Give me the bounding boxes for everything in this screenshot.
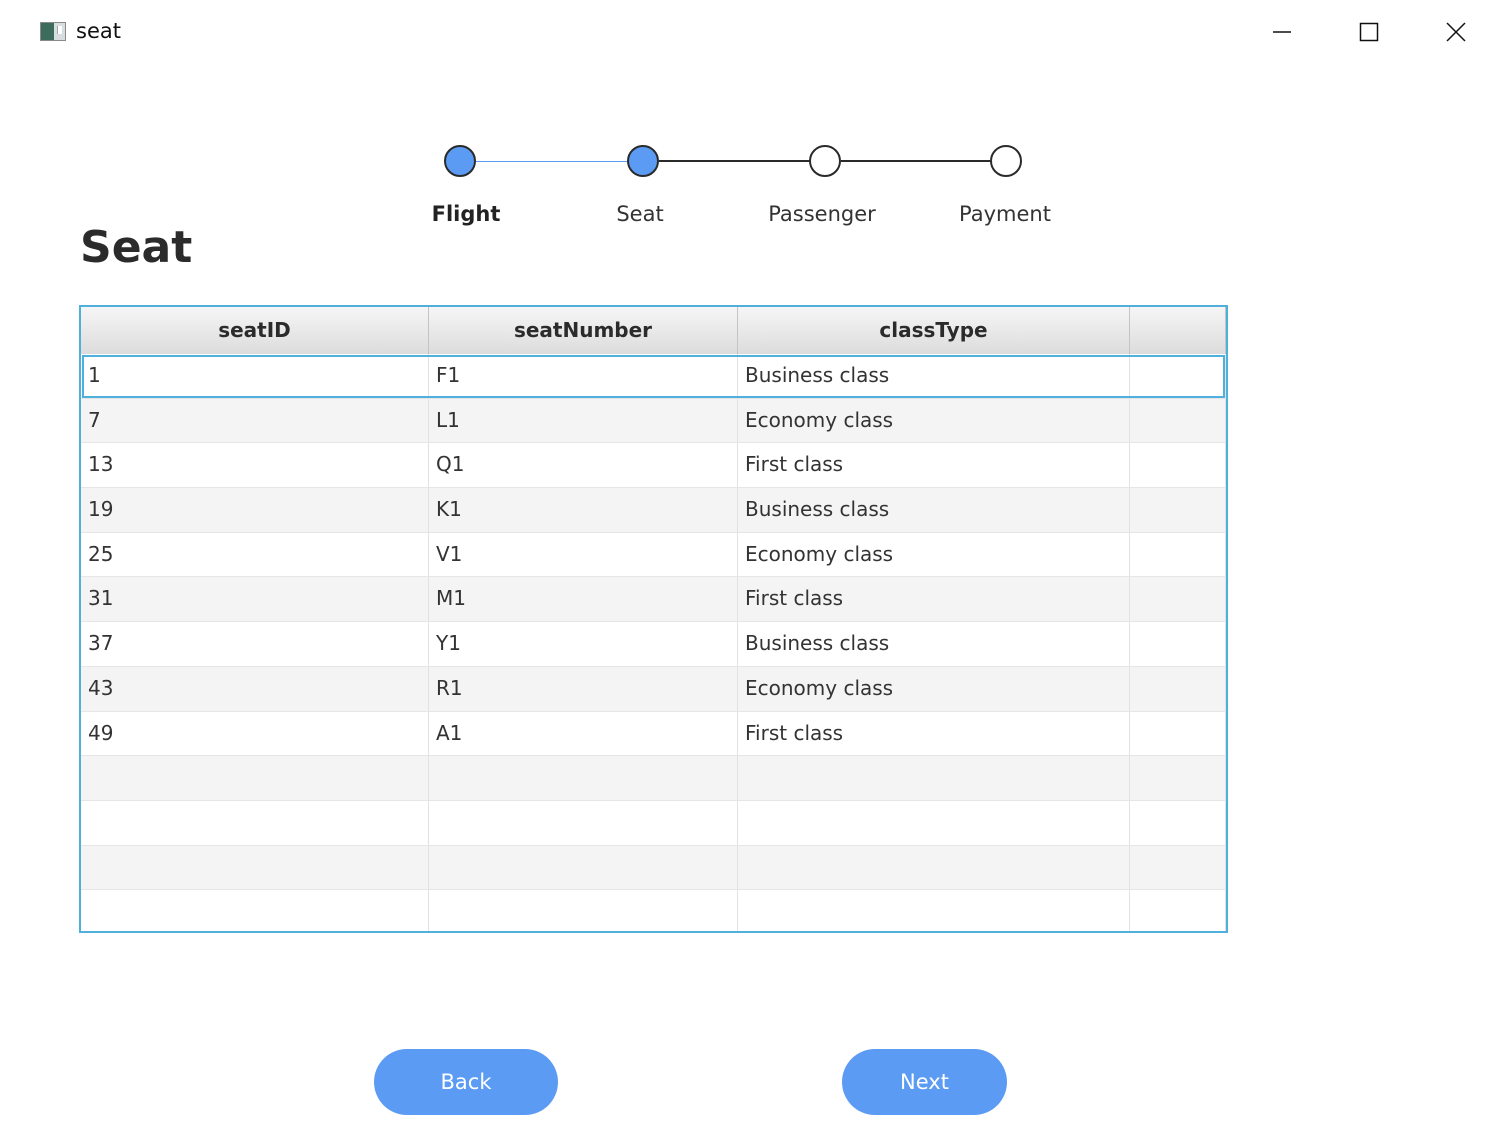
- table-cell: K1: [429, 488, 738, 532]
- step-dot-seat: [627, 145, 659, 177]
- table-cell: R1: [429, 666, 738, 711]
- table-cell: [81, 845, 429, 890]
- step-label-seat: Seat: [616, 202, 664, 226]
- stepper-connector-1: [476, 161, 628, 162]
- table-cell: First class: [738, 577, 1130, 622]
- table-row[interactable]: 31 M1 First class: [81, 577, 1226, 623]
- page-title: Seat: [80, 222, 193, 273]
- table-row[interactable]: 1 F1 Business class: [81, 354, 1226, 399]
- table-cell: A1: [429, 711, 738, 756]
- table-cell: 13: [81, 443, 429, 488]
- table-cell: [738, 890, 1130, 931]
- table-cell: [738, 845, 1130, 890]
- table-cell: [1130, 398, 1226, 443]
- step-label-flight: Flight: [431, 202, 501, 226]
- table-cell: [429, 756, 738, 800]
- table-cell: Q1: [429, 443, 738, 488]
- app-window: seat Flight Seat Passenger Payment Seat …: [0, 0, 1512, 1138]
- step-dot-flight: [444, 145, 476, 177]
- table-cell: First class: [738, 443, 1130, 488]
- table-cell: [1130, 845, 1226, 890]
- close-button[interactable]: [1434, 12, 1478, 52]
- table-cell: 25: [81, 532, 429, 577]
- table-cell: Y1: [429, 622, 738, 666]
- table-cell: Economy class: [738, 532, 1130, 577]
- table-cell: M1: [429, 577, 738, 622]
- table-cell: [429, 845, 738, 890]
- table-header: seatID seatNumber classType: [81, 307, 1226, 355]
- table-cell: [1130, 756, 1226, 800]
- table-cell: L1: [429, 398, 738, 443]
- table-cell: 37: [81, 622, 429, 666]
- window-title: seat: [76, 19, 121, 43]
- step-dot-payment: [990, 145, 1022, 177]
- table-cell: [1130, 577, 1226, 622]
- column-header-seatid[interactable]: seatID: [81, 307, 429, 354]
- table-cell: [738, 800, 1130, 845]
- table-cell: 1: [81, 354, 429, 398]
- column-header-classtype[interactable]: classType: [738, 307, 1130, 354]
- minimize-button[interactable]: [1260, 12, 1304, 52]
- close-icon: [1446, 22, 1466, 42]
- table-row[interactable]: 43 R1 Economy class: [81, 666, 1226, 712]
- table-cell: [1130, 532, 1226, 577]
- table-row-empty: [81, 890, 1226, 931]
- table-cell: 43: [81, 666, 429, 711]
- table-cell: [429, 890, 738, 931]
- table-body: 1 F1 Business class 7 L1 Economy class 13 Q1 Fir…: [81, 354, 1226, 931]
- stepper-connector-2: [659, 160, 811, 162]
- table-cell: 31: [81, 577, 429, 622]
- maximize-icon: [1359, 22, 1379, 42]
- table-cell: Business class: [738, 622, 1130, 666]
- table-row-empty: [81, 800, 1226, 846]
- column-header-seatnumber[interactable]: seatNumber: [429, 307, 738, 354]
- table-cell: [1130, 711, 1226, 756]
- table-row[interactable]: 7 L1 Economy class: [81, 398, 1226, 444]
- back-button[interactable]: Back: [374, 1049, 558, 1115]
- table-row-empty: [81, 845, 1226, 891]
- table-cell: V1: [429, 532, 738, 577]
- next-button[interactable]: Next: [842, 1049, 1007, 1115]
- table-cell: [1130, 622, 1226, 666]
- table-cell: [81, 800, 429, 845]
- table-cell: [1130, 443, 1226, 488]
- step-label-payment: Payment: [959, 202, 1051, 226]
- table-row-empty: [81, 756, 1226, 801]
- table-row[interactable]: 25 V1 Economy class: [81, 532, 1226, 578]
- app-icon: [40, 22, 66, 41]
- table-cell: [1130, 488, 1226, 532]
- title-bar: seat: [0, 0, 1512, 64]
- table-cell: [1130, 666, 1226, 711]
- table-cell: [429, 800, 738, 845]
- step-label-passenger: Passenger: [768, 202, 876, 226]
- table-row[interactable]: 13 Q1 First class: [81, 443, 1226, 489]
- table-cell: Business class: [738, 354, 1130, 398]
- table-cell: [1130, 890, 1226, 931]
- table-cell: Business class: [738, 488, 1130, 532]
- column-header-filler: [1130, 307, 1226, 354]
- table-cell: 7: [81, 398, 429, 443]
- minimize-icon: [1273, 31, 1291, 33]
- table-cell: [738, 756, 1130, 800]
- seat-table[interactable]: seatID seatNumber classType 1 F1 Business …: [79, 305, 1228, 933]
- table-cell: Economy class: [738, 666, 1130, 711]
- table-cell: Economy class: [738, 398, 1130, 443]
- stepper-connector-3: [841, 160, 993, 162]
- table-cell: 19: [81, 488, 429, 532]
- table-cell: 49: [81, 711, 429, 756]
- table-row[interactable]: 19 K1 Business class: [81, 488, 1226, 533]
- table-cell: [1130, 800, 1226, 845]
- table-cell: F1: [429, 354, 738, 398]
- table-cell: [81, 756, 429, 800]
- table-cell: [1130, 354, 1226, 398]
- step-dot-passenger: [809, 145, 841, 177]
- maximize-button[interactable]: [1347, 12, 1391, 52]
- table-row[interactable]: 49 A1 First class: [81, 711, 1226, 757]
- table-cell: [81, 890, 429, 931]
- table-row[interactable]: 37 Y1 Business class: [81, 622, 1226, 667]
- table-cell: First class: [738, 711, 1130, 756]
